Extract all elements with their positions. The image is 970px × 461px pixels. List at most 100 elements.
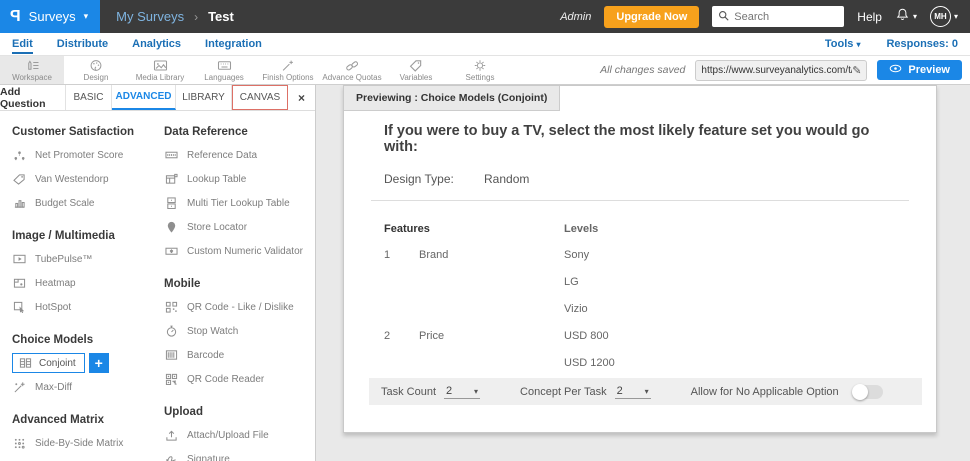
panel-item-label: Stop Watch [187,325,239,337]
panel-item-label: Store Locator [187,221,248,233]
panel-item-label: TubePulse™ [35,253,93,265]
palette-icon [89,59,103,72]
panel-item-label: Attach/Upload File [187,429,269,441]
barcode-icon [164,349,179,361]
panel-item-label: QR Code - Like / Dislike [187,301,294,313]
panel-item-qr-code-reader[interactable]: QR Code Reader [164,367,314,391]
toolbar-media-library[interactable]: Media Library [128,56,192,84]
panel-item-tubepulse[interactable]: TubePulse™ [12,247,164,271]
design-type-row: Design Type: Random [384,172,896,186]
tab-advanced[interactable]: ADVANCED [112,85,176,110]
panel-item-reference-data[interactable]: Reference Data [164,143,314,167]
surveys-menu[interactable]: P Surveys ▾ [0,0,101,33]
toolbar-finish-options[interactable]: Finish Options [256,56,320,84]
table-row: 1 Brand Sony [384,241,896,268]
panel-item-complex-grid[interactable]: Complex Grid / Flex Matrix [12,455,164,461]
tab-integration[interactable]: Integration [205,35,262,54]
levels-column-header: Levels [564,223,599,235]
panel-item-multi-tier-lookup-table[interactable]: Multi Tier Lookup Table [164,191,314,215]
tab-distribute[interactable]: Distribute [57,35,108,54]
section-heading-image-multimedia: Image / Multimedia [12,230,115,242]
toolbar-design[interactable]: Design [64,56,128,84]
chain-links-icon [345,59,360,72]
panel-item-conjoint[interactable]: Conjoint + [12,351,164,375]
panel-item-stop-watch[interactable]: Stop Watch [164,319,314,343]
account-menu[interactable]: MH ▾ [929,6,958,27]
panel-item-label: Van Westendorp [35,173,109,185]
panel-item-hotspot[interactable]: HotSpot [12,295,164,319]
add-conjoint-question-button[interactable]: + [88,353,109,373]
tab-analytics[interactable]: Analytics [132,35,181,54]
topbar-right: Admin Upgrade Now Help ▾ MH ▾ [560,0,970,33]
toolbar-variables[interactable]: Variables [384,56,448,84]
upgrade-now-button[interactable]: Upgrade Now [604,5,700,28]
reference-data-icon [164,149,179,161]
feature-name: Brand [419,248,449,261]
all-changes-saved-label: All changes saved [600,64,686,76]
wand-icon [12,381,27,393]
section-heading-customer-satisfaction: Customer Satisfaction [12,126,135,138]
preview-button[interactable]: Preview [877,60,962,80]
level-value: USD 800 [564,329,609,342]
panel-item-net-promoter-score[interactable]: Net Promoter Score [12,143,164,167]
panel-item-label: Max-Diff [35,381,73,393]
no-applicable-option-toggle[interactable] [851,383,883,400]
panel-item-label: Budget Scale [35,197,95,209]
conjoint-selected-box[interactable]: Conjoint [12,353,85,373]
panel-item-attach-upload-file[interactable]: Attach/Upload File [164,423,314,447]
question-panel-tabs: Add Question BASIC ADVANCED LIBRARY CANV… [0,85,315,111]
panel-item-lookup-table[interactable]: Lookup Table [164,167,314,191]
tab-canvas[interactable]: CANVAS [232,85,288,110]
panel-item-label: Custom Numeric Validator [187,245,303,257]
keyboard-icon [217,59,232,72]
preview-card: Previewing : Choice Models (Conjoint) If… [343,85,937,433]
table-row: 2 Price USD 800 [384,322,896,349]
chevron-down-icon: ▾ [83,11,89,21]
notifications-menu[interactable]: ▾ [895,7,917,27]
survey-url-field[interactable]: ✎ [695,59,868,81]
breadcrumb-my-surveys[interactable]: My Surveys [116,9,184,24]
image-icon [153,59,168,72]
chevron-down-icon: ▾ [912,12,917,21]
concept-per-task-select[interactable]: 2 ▾ [614,384,651,399]
tab-edit[interactable]: Edit [12,35,33,54]
main-nav: Edit Distribute Analytics Integration To… [0,33,970,56]
workspace-icon [25,59,40,72]
panel-item-label: Net Promoter Score [35,149,124,161]
responses-count[interactable]: Responses: 0 [886,38,958,50]
toolbar-advance-quotas[interactable]: Advance Quotas [320,56,384,84]
panel-item-heatmap[interactable]: Heatmap [12,271,164,295]
help-link[interactable]: Help [857,10,882,24]
toolbar-workspace[interactable]: Workspace [0,56,64,84]
panel-item-qr-code-like-dislike[interactable]: QR Code - Like / Dislike [164,295,314,319]
lookup-table-icon [164,173,179,185]
gear-icon [473,59,487,72]
question-types-column-1: Customer Satisfaction Net Promoter Score… [12,111,164,461]
toolbar-languages[interactable]: Languages [192,56,256,84]
panel-item-barcode[interactable]: Barcode [164,343,314,367]
admin-label[interactable]: Admin [560,11,591,23]
survey-url-input[interactable] [701,64,853,76]
panel-item-custom-numeric-validator[interactable]: Custom Numeric Validator [164,239,314,263]
panel-item-van-westendorp[interactable]: Van Westendorp [12,167,164,191]
toolbar-settings[interactable]: Settings [448,56,512,84]
design-type-value: Random [484,172,530,186]
panel-item-side-by-side-matrix[interactable]: Side-By-Side Matrix [12,431,164,455]
task-count-select[interactable]: 2 ▾ [444,384,481,399]
design-type-label: Design Type: [384,172,454,186]
search-input[interactable] [734,10,839,23]
panel-item-signature[interactable]: Signature [164,447,314,461]
eye-icon [889,64,902,76]
panel-item-max-diff[interactable]: Max-Diff [12,375,164,399]
tab-library[interactable]: LIBRARY [176,85,232,110]
question-text: If you were to buy a TV, select the most… [384,123,870,155]
search-box[interactable] [712,6,845,27]
tools-menu[interactable]: Tools ▾ [825,38,861,50]
close-panel-button[interactable]: × [288,85,315,110]
edit-pencil-icon[interactable]: ✎ [852,64,861,77]
conjoint-features-table: Features Levels 1 Brand Sony LG Vizio 2 … [384,217,896,403]
panel-item-budget-scale[interactable]: Budget Scale [12,191,164,215]
panel-item-store-locator[interactable]: Store Locator [164,215,314,239]
tag-icon [409,59,423,72]
tab-basic[interactable]: BASIC [66,85,112,110]
